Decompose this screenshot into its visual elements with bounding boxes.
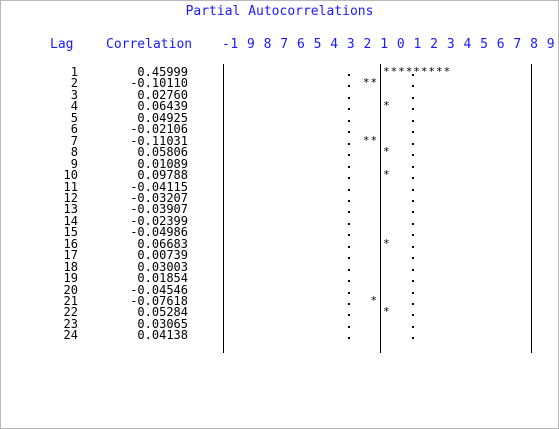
upper-limit-dot	[412, 131, 414, 134]
upper-limit-dot	[412, 268, 414, 271]
lower-limit-dot	[348, 74, 350, 76]
lower-limit-dot	[348, 337, 350, 340]
lower-limit-dot	[348, 291, 350, 294]
lower-limit-dot	[348, 303, 350, 305]
lag-value: 24	[63, 328, 78, 343]
lower-limit-dot	[348, 154, 350, 157]
upper-limit-dot	[412, 165, 414, 168]
upper-limit-dot	[412, 119, 414, 122]
correlation-bar: *	[383, 145, 391, 159]
lower-limit-dot	[348, 131, 350, 134]
upper-limit-dot	[412, 303, 414, 305]
upper-limit-dot	[412, 234, 414, 237]
correlation-bar: *	[383, 99, 391, 113]
upper-limit-dot	[412, 257, 414, 260]
upper-limit-dot	[412, 337, 414, 340]
lower-limit-dot	[348, 165, 350, 168]
correlation-bar: *	[383, 168, 391, 182]
upper-limit-dot	[412, 280, 414, 283]
correlation-bar: *	[370, 294, 379, 307]
plot-left-border	[223, 64, 224, 353]
upper-limit-dot	[412, 85, 414, 88]
pacf-plot: 1 0.45999 ********* 2 -0.10110 ** 3 0.02760 4 0.0…	[0, 0, 559, 429]
correlation-bar: **	[362, 133, 379, 147]
correlation-bar: *	[383, 305, 391, 319]
upper-limit-dot	[412, 314, 414, 317]
lower-limit-dot	[348, 142, 350, 145]
lower-limit-dot	[348, 119, 350, 122]
lower-limit-dot	[348, 268, 350, 271]
lower-limit-dot	[348, 245, 350, 248]
upper-limit-dot	[412, 211, 414, 214]
upper-limit-dot	[412, 291, 414, 294]
upper-limit-dot	[412, 188, 414, 191]
upper-limit-dot	[412, 325, 414, 328]
lower-limit-dot	[348, 280, 350, 283]
zero-axis-line	[380, 64, 381, 353]
upper-limit-dot	[412, 108, 414, 111]
plot-right-border	[531, 64, 532, 353]
lower-limit-dot	[348, 222, 350, 225]
upper-limit-dot	[412, 177, 414, 180]
correlation-bar: *	[383, 236, 391, 250]
lower-limit-dot	[348, 234, 350, 237]
lower-limit-dot	[348, 96, 350, 99]
upper-limit-dot	[412, 245, 414, 248]
correlation-bar: *********	[383, 65, 452, 78]
lower-limit-dot	[348, 177, 350, 180]
upper-limit-dot	[412, 199, 414, 202]
upper-limit-dot	[412, 142, 414, 145]
lower-limit-dot	[348, 325, 350, 328]
lower-limit-dot	[348, 211, 350, 214]
lower-limit-dot	[348, 199, 350, 202]
upper-limit-dot	[412, 222, 414, 225]
lower-limit-dot	[348, 314, 350, 317]
lower-limit-dot	[348, 188, 350, 191]
lower-limit-dot	[348, 85, 350, 88]
upper-limit-dot	[412, 96, 414, 99]
correlation-bar: **	[362, 76, 379, 90]
lower-limit-dot	[348, 257, 350, 260]
correlation-value: 0.04138	[137, 328, 188, 343]
lower-limit-dot	[348, 108, 350, 111]
upper-limit-dot	[412, 154, 414, 157]
